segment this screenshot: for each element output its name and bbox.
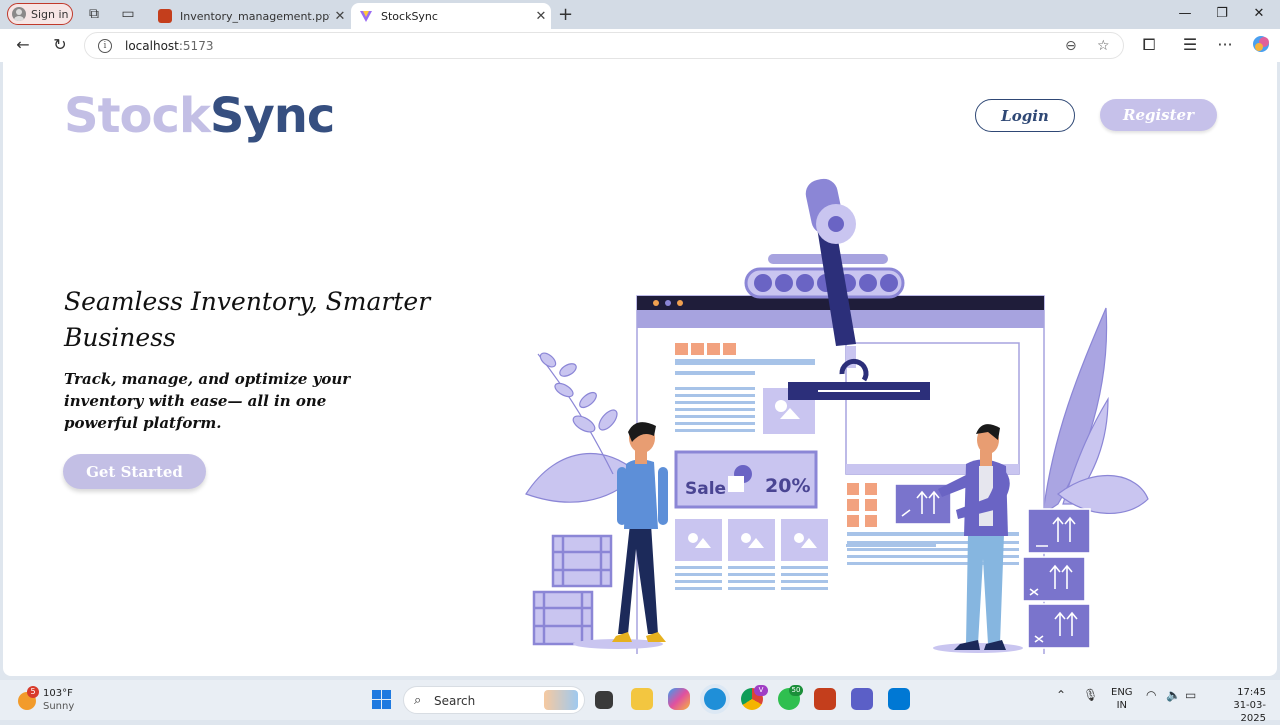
address-bar[interactable]: i localhost:5173 ⊖ ☆ <box>84 32 1124 59</box>
system-clock[interactable]: 17:45 31-03-2025 <box>1212 686 1266 725</box>
close-tab-icon[interactable]: ✕ <box>330 9 350 24</box>
favorites-icon[interactable]: ☰ <box>1180 35 1200 55</box>
windows-start-icon[interactable] <box>372 690 391 709</box>
copilot-icon[interactable] <box>1251 35 1271 55</box>
weather-badge: 5 <box>27 686 39 698</box>
tab-title: StockSync <box>381 9 438 23</box>
new-tab-icon[interactable]: + <box>558 4 573 25</box>
tab-title: Inventory_management.pptx - Mi <box>180 9 330 23</box>
weather-widget[interactable]: 5 103°F Sunny <box>18 686 88 714</box>
refresh-icon[interactable]: ↻ <box>50 35 70 55</box>
task-view-icon[interactable] <box>595 691 613 709</box>
favorite-star-icon[interactable]: ☆ <box>1097 38 1110 54</box>
edge-icon[interactable] <box>704 688 726 710</box>
copilot-app-icon[interactable] <box>668 688 690 710</box>
register-button[interactable]: Register <box>1100 99 1217 131</box>
hero-headline: Seamless Inventory, Smarter Business <box>64 287 431 352</box>
teams-icon[interactable] <box>851 688 873 710</box>
hero-subheadline: Track, manage, and optimize your invento… <box>64 370 351 432</box>
site-info-icon[interactable]: i <box>98 39 112 53</box>
tab-actions-icon[interactable]: ▭ <box>120 6 136 22</box>
file-explorer-icon[interactable] <box>631 688 653 710</box>
browser-tab-bar: Sign in ⧉ ▭ Inventory_management.pptx - … <box>0 0 1280 29</box>
sign-in-label: Sign in <box>31 7 69 21</box>
collections-icon[interactable]: ⧉ <box>86 6 102 22</box>
extensions-icon[interactable]: ⧠ <box>1139 35 1159 55</box>
sign-in-button[interactable]: Sign in <box>7 3 73 25</box>
powerpoint-icon <box>158 9 172 23</box>
show-hidden-icons-chevron-icon[interactable]: ⌃ <box>1056 688 1066 702</box>
leaf-right-decoration <box>1042 307 1149 516</box>
taskbar-search[interactable]: ⌕ Search <box>403 686 585 714</box>
address-toolbar: ← ↻ i localhost:5173 ⊖ ☆ ⧠ ☰ ··· <box>0 29 1280 62</box>
discount-label: 20% <box>765 475 810 497</box>
vscode-icon[interactable] <box>888 688 910 710</box>
search-label: Search <box>434 694 476 708</box>
chrome-profile-badge: V <box>754 685 768 696</box>
close-tab-icon[interactable]: ✕ <box>531 9 551 24</box>
powerpoint-app-icon[interactable] <box>814 688 836 710</box>
more-options-icon[interactable]: ··· <box>1215 35 1235 55</box>
zoom-icon[interactable]: ⊖ <box>1065 38 1077 54</box>
microphone-icon[interactable]: 🎙 <box>1083 688 1098 702</box>
search-icon: ⌕ <box>414 693 422 708</box>
battery-icon[interactable]: ▭ <box>1185 688 1196 702</box>
whatsapp-badge: 50 <box>789 685 803 696</box>
minimize-icon[interactable]: — <box>1175 6 1195 21</box>
back-icon[interactable]: ← <box>13 35 33 55</box>
volume-icon[interactable]: 🔈 <box>1166 688 1181 702</box>
tab-inventory-pptx[interactable]: Inventory_management.pptx - Mi ✕ <box>150 3 350 29</box>
search-highlight-icon <box>544 690 578 710</box>
page-viewport: StockSync Login Register Seamless Invent… <box>3 62 1277 676</box>
language-indicator[interactable]: ENG IN <box>1111 686 1133 712</box>
close-window-icon[interactable]: ✕ <box>1249 6 1269 21</box>
windows-taskbar: 5 103°F Sunny ⌕ Search V 50 ⌃ 🎙 ENG IN ◠ … <box>0 680 1280 724</box>
url-text[interactable]: localhost:5173 <box>125 39 213 53</box>
get-started-button[interactable]: Get Started <box>63 454 206 489</box>
stocksync-logo[interactable]: StockSync <box>64 88 335 144</box>
crates-left <box>532 534 613 646</box>
weather-condition: Sunny <box>43 701 75 712</box>
profile-icon <box>12 7 26 21</box>
hero-illustration: Sale 20% <box>525 178 1149 654</box>
sale-label: Sale <box>685 479 726 499</box>
wifi-icon[interactable]: ◠ <box>1146 688 1156 702</box>
tab-stocksync[interactable]: StockSync ✕ <box>351 3 551 29</box>
weather-temperature: 103°F <box>43 688 73 699</box>
vite-icon <box>359 9 373 23</box>
login-button[interactable]: Login <box>975 99 1075 132</box>
maximize-icon[interactable]: ❐ <box>1212 6 1232 21</box>
